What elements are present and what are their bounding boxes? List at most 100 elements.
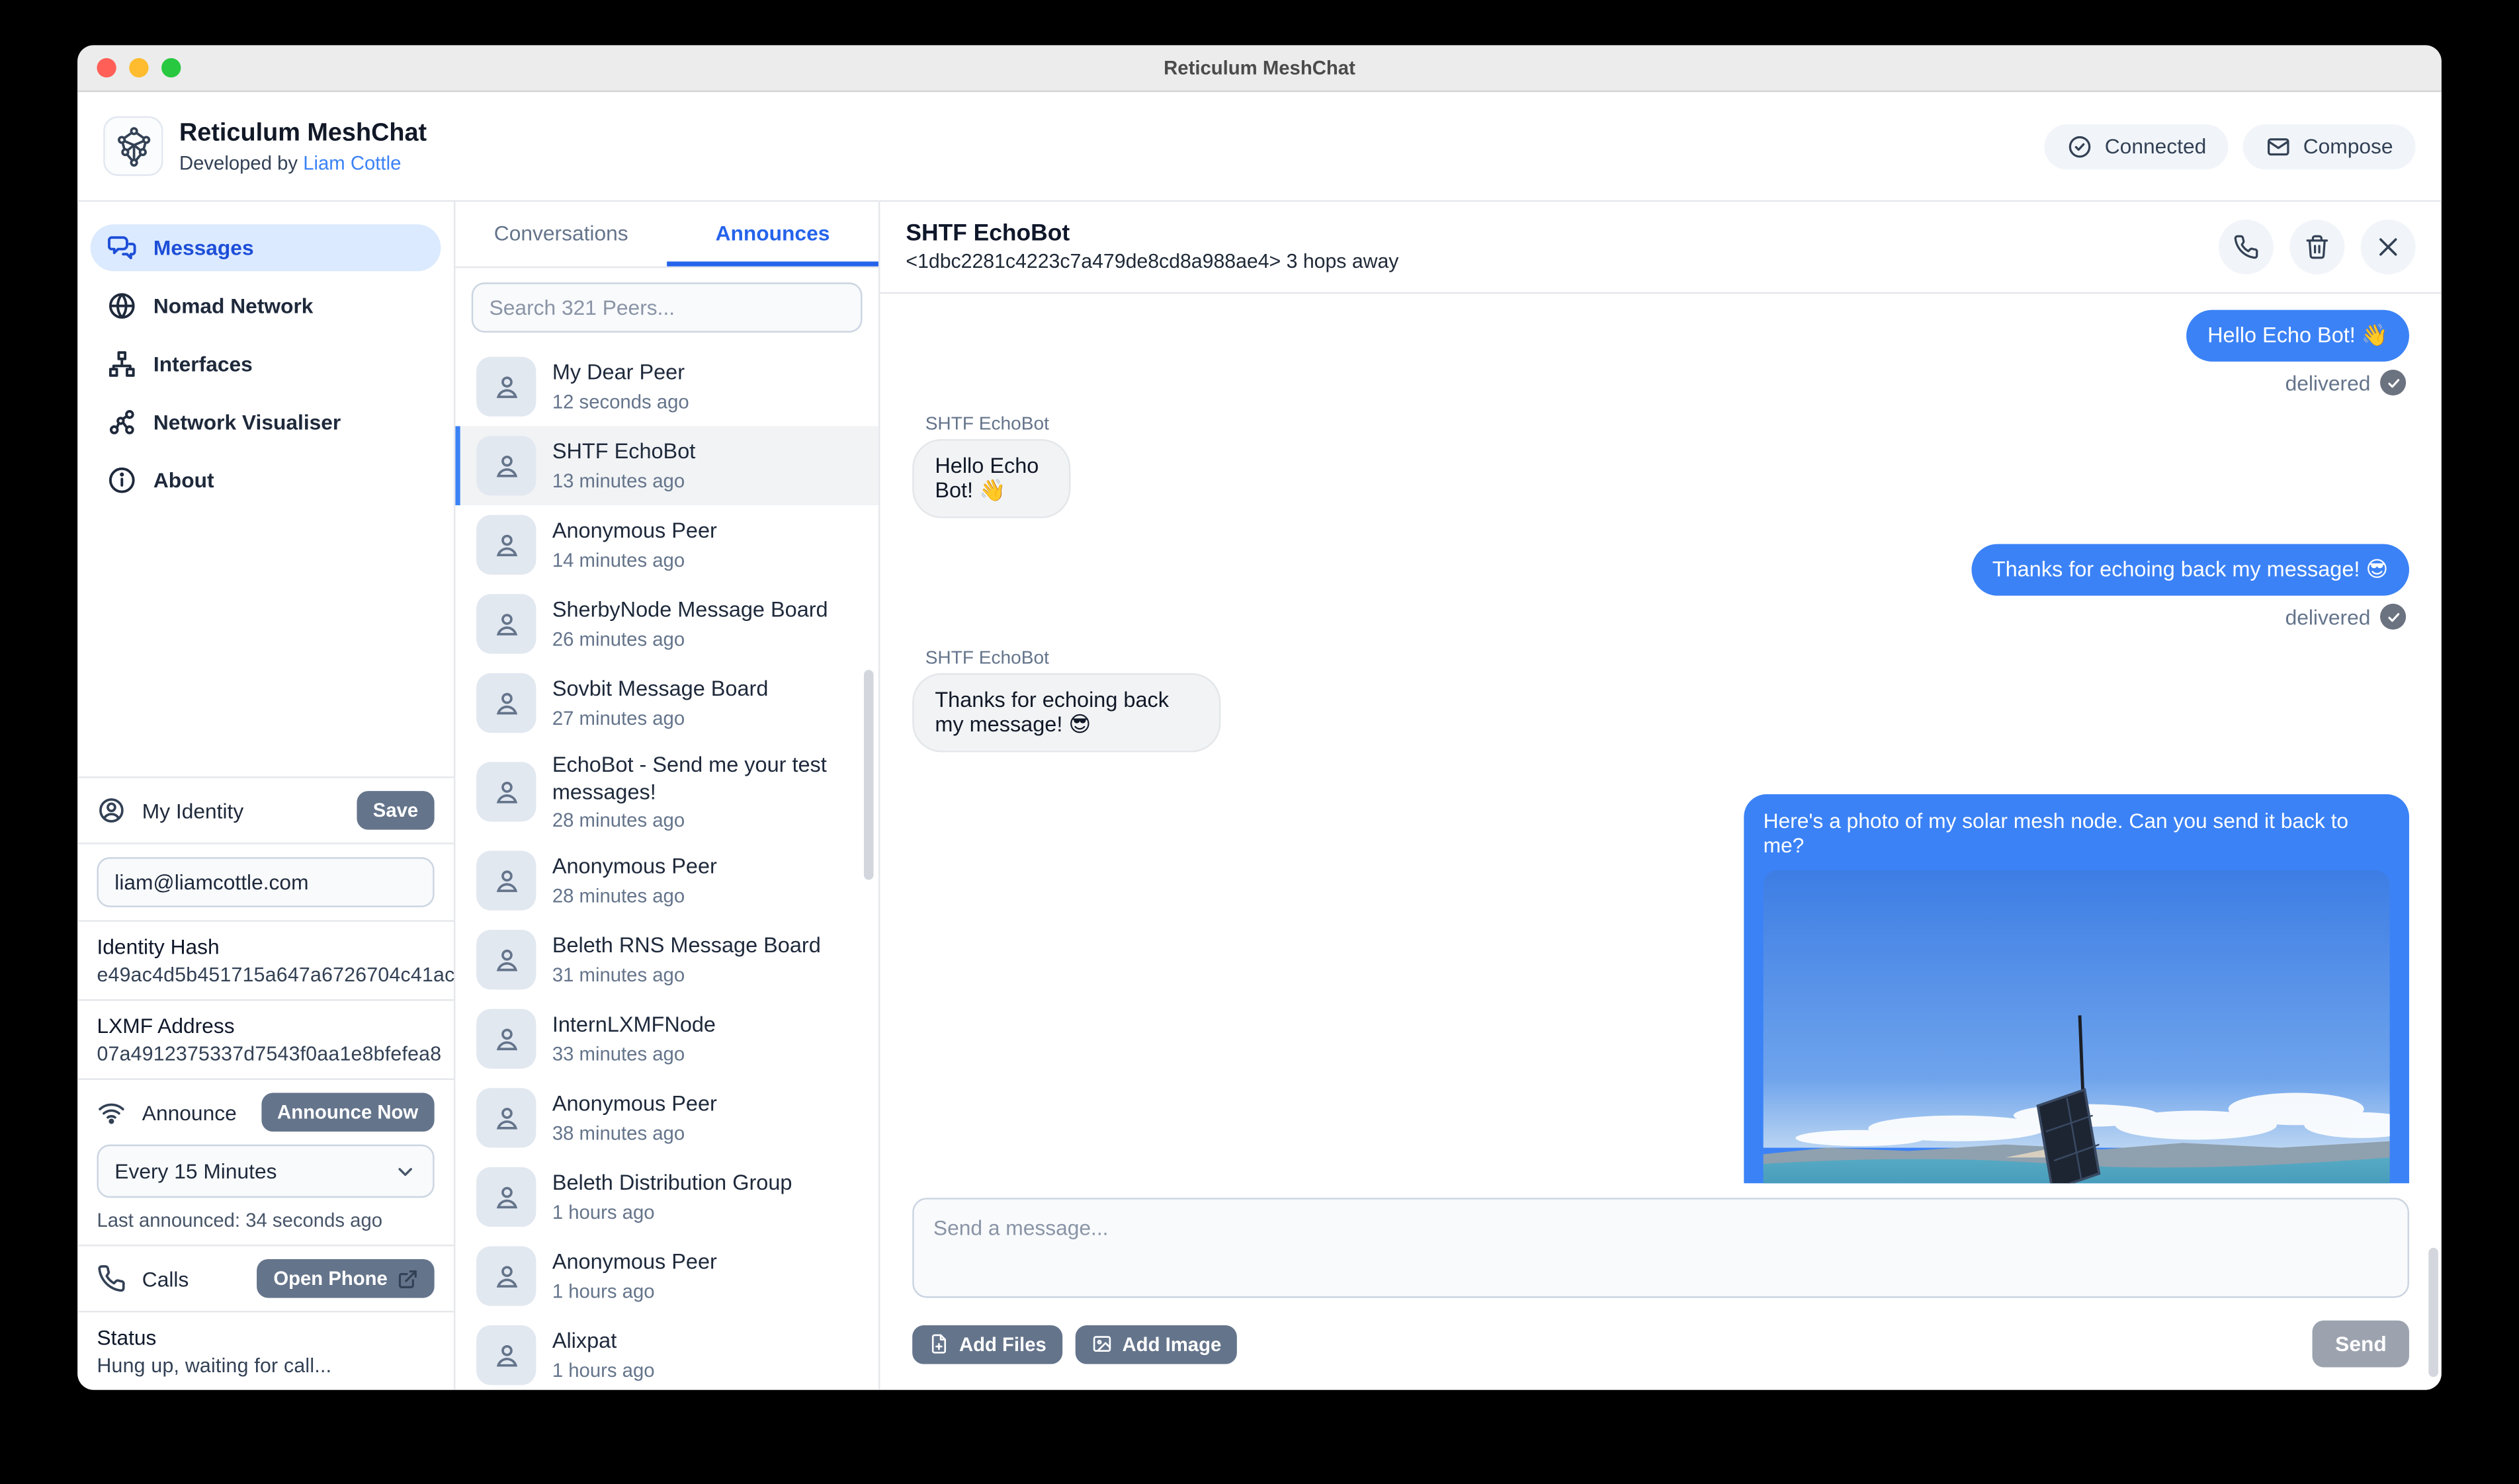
display-name-input[interactable] [97,857,434,907]
user-icon [490,865,523,897]
sidebar-item-interfaces[interactable]: Interfaces [91,341,441,388]
my-identity-section: My Identity Save [77,776,454,843]
status-value: Hung up, waiting for call... [97,1354,434,1377]
user-icon [490,1181,523,1214]
peer-item[interactable]: My Dear Peer12 seconds ago [455,347,878,427]
connected-status-button[interactable]: Connected [2045,124,2229,169]
avatar [476,515,536,575]
user-icon [490,608,523,640]
info-icon [107,465,137,495]
status-section: Status Hung up, waiting for call... [77,1311,454,1390]
incoming-message-group: SHTF EchoBot Hello Echo Bot! 👋 [912,415,1138,518]
chevron-down-icon [394,1160,417,1182]
peer-item[interactable]: InternLXMFNode33 minutes ago [455,1000,878,1079]
delete-conversation-button[interactable] [2289,220,2344,274]
user-icon [490,450,523,482]
peer-item[interactable]: SherbyNode Message Board26 minutes ago [455,585,878,664]
sidebar-item-messages[interactable]: Messages [91,224,441,271]
peer-list-scrollbar[interactable] [864,670,874,880]
peers-panel: Conversations Announces My Dear Peer12 s… [455,202,880,1390]
sidebar-item-about[interactable]: About [91,457,441,504]
phone-icon [97,1264,126,1293]
sidebar-item-network-visualiser[interactable]: Network Visualiser [91,399,441,446]
search-input[interactable] [472,282,863,333]
incoming-message-group: SHTF EchoBot Thanks for echoing back my … [912,649,1353,752]
peer-item-selected[interactable]: SHTF EchoBot 13 minutes ago [455,426,878,505]
lxmf-address-label: LXMF Address [97,1014,434,1038]
announce-interval-select[interactable]: Every 15 Minutes [97,1145,434,1198]
calls-title: Calls [142,1266,189,1291]
message-input[interactable] [912,1198,2409,1298]
avatar [476,762,536,821]
avatar [476,594,536,653]
chat-peer-name: SHTF EchoBot [906,221,1398,247]
my-identity-title: My Identity [142,798,243,823]
image-icon [1091,1333,1113,1354]
composer: Add Files Add Image Send [880,1183,2441,1389]
delivered-check-icon [2380,604,2406,630]
save-button[interactable]: Save [357,791,434,830]
message-list: Hello Echo Bot! 👋 delivered SHTF EchoBot… [880,294,2441,1183]
network-icon [107,349,137,379]
message-sender: SHTF EchoBot [925,415,1138,434]
peer-name: Anonymous Peer [552,854,717,882]
avatar [476,1247,536,1306]
avatar [476,356,536,416]
app-title: Reticulum MeshChat [179,118,427,147]
trash-icon [2304,234,2330,260]
avatar [476,851,536,911]
peer-time: 12 seconds ago [552,390,689,413]
peer-time: 28 minutes ago [552,809,863,831]
app-header: Reticulum MeshChat Developed by Liam Cot… [77,92,2442,202]
add-files-label: Add Files [959,1333,1046,1355]
open-phone-button[interactable]: Open Phone [257,1259,435,1298]
send-button[interactable]: Send [2313,1321,2409,1368]
add-image-label: Add Image [1123,1333,1222,1355]
tab-conversations[interactable]: Conversations [455,202,667,267]
chat-peer-info: <1dbc2281c4223c7a479de8cd8a988ae4> 3 hop… [906,250,1398,272]
peer-item[interactable]: Anonymous Peer14 minutes ago [455,505,878,585]
peer-name: Beleth Distribution Group [552,1171,792,1198]
peer-name: Alixpat [552,1329,655,1356]
call-button[interactable] [2219,220,2274,274]
announce-now-button[interactable]: Announce Now [261,1093,435,1132]
peer-item[interactable]: Anonymous Peer38 minutes ago [455,1079,878,1158]
incoming-message: Hello Echo Bot! 👋 [912,439,1070,518]
phone-icon [2233,234,2259,260]
announce-section: Announce Announce Now Every 15 Minutes L… [77,1079,454,1245]
peer-item[interactable]: Beleth Distribution Group1 hours ago [455,1158,878,1237]
compose-button[interactable]: Compose [2243,124,2415,169]
photo-attachment[interactable] [1764,870,2390,1184]
chat-header: SHTF EchoBot <1dbc2281c4223c7a479de8cd8a… [880,202,2441,294]
add-files-button[interactable]: Add Files [912,1325,1062,1364]
compose-label: Compose [2303,134,2393,159]
chat-panel: SHTF EchoBot <1dbc2281c4223c7a479de8cd8a… [880,202,2441,1390]
peer-name: SHTF EchoBot [552,439,695,466]
peer-item[interactable]: Anonymous Peer1 hours ago [455,1237,878,1316]
tab-announces[interactable]: Announces [667,202,878,267]
sidebar-item-label: Network Visualiser [153,410,341,434]
file-plus-icon [929,1333,950,1354]
delivered-check-icon [2380,370,2406,395]
peer-item[interactable]: Anonymous Peer 28 minutes ago [455,841,878,921]
peer-item[interactable]: Alixpat1 hours ago [455,1316,878,1390]
delivered-text: delivered [2285,370,2371,395]
avatar [476,673,536,733]
check-circle-icon [2068,133,2094,159]
peer-name: Anonymous Peer [552,1092,717,1119]
peer-time: 28 minutes ago [552,885,717,907]
avatar [476,1167,536,1227]
sidebar-item-label: About [153,468,214,493]
add-image-button[interactable]: Add Image [1076,1325,1238,1364]
sidebar-item-nomad-network[interactable]: Nomad Network [91,282,441,329]
announce-interval-value: Every 15 Minutes [114,1159,277,1184]
peer-item[interactable]: EchoBot - Send me your test messages!28 … [455,743,878,841]
peer-time: 13 minutes ago [552,470,695,492]
close-conversation-button[interactable] [2361,220,2416,274]
avatar [476,436,536,495]
peer-item[interactable]: Beleth RNS Message Board31 minutes ago [455,921,878,1000]
developer-link[interactable]: Liam Cottle [303,151,401,173]
avatar [476,1326,536,1385]
peer-item[interactable]: Sovbit Message Board27 minutes ago [455,663,878,743]
connected-label: Connected [2105,134,2207,159]
